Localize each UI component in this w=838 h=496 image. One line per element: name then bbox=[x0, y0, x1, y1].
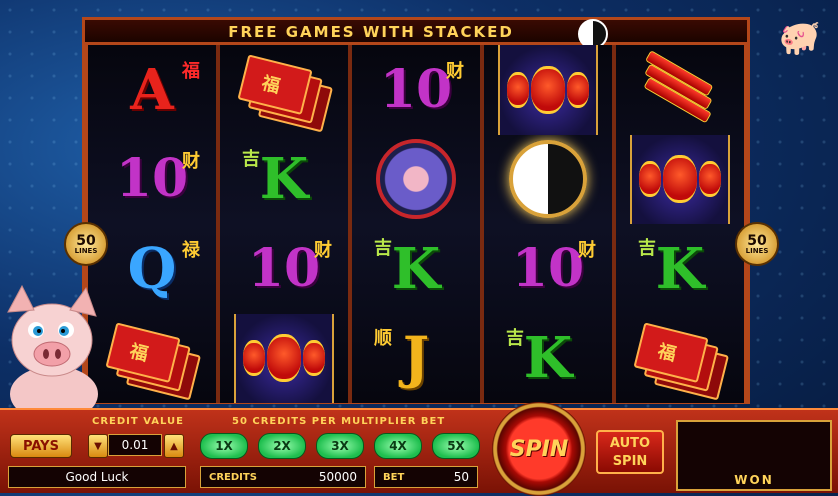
chinese-character: 吉 bbox=[374, 238, 392, 259]
symbol-letter: 10 bbox=[511, 237, 585, 299]
lanterns-icon bbox=[630, 134, 730, 224]
credits-label: CREDITS bbox=[209, 471, 257, 483]
yin-yang-icon bbox=[509, 140, 587, 219]
credits-display: CREDITS 50000 bbox=[200, 466, 366, 488]
symbol-letter: K bbox=[259, 146, 309, 213]
symbol-k: K吉 bbox=[352, 224, 480, 314]
credit-increase-button[interactable]: ▲ bbox=[164, 434, 184, 458]
reel-2: 福 K 吉 10 财 bbox=[220, 45, 348, 403]
credit-decrease-button[interactable]: ▼ bbox=[88, 434, 108, 458]
symbol-letter: J bbox=[402, 325, 430, 392]
symbol-k: K吉 bbox=[220, 135, 348, 225]
symbol-letter: 10 bbox=[247, 237, 321, 299]
lines-count: 50 bbox=[747, 232, 767, 249]
credits-value: 50000 bbox=[318, 470, 357, 484]
control-bar: PAYS CREDIT VALUE ▼ 0.01 ▲ Good Luck 50 … bbox=[0, 402, 838, 496]
spin-label: SPIN bbox=[509, 436, 569, 462]
bet-label: BET bbox=[383, 471, 405, 483]
credits-per-bet-label: 50 CREDITS PER MULTIPLIER BET bbox=[232, 416, 446, 427]
multiplier-3x-button[interactable]: 3X bbox=[316, 433, 364, 459]
symbol-10: 10 财 bbox=[88, 135, 216, 225]
won-display: WON bbox=[676, 420, 832, 491]
reels-grid: A 福 10 财 Q 禄福福 K 吉 10 财 10 财 K 吉 J 顺 10 财 K 吉 K 吉福 bbox=[88, 45, 744, 403]
symbol-10: 10 财 bbox=[484, 224, 612, 314]
symbol-letter: K bbox=[655, 235, 705, 302]
lines-badge-left: 50 LINES bbox=[64, 222, 108, 266]
red-book-icon: 福 bbox=[632, 322, 729, 401]
lines-badge-right: 50 LINES bbox=[735, 222, 779, 266]
chinese-character: 财 bbox=[182, 150, 200, 172]
chinese-character: 吉 bbox=[506, 327, 524, 349]
symbol-letter: Q bbox=[127, 235, 177, 302]
banner: FREE GAMES WITH STACKED bbox=[82, 17, 750, 45]
credit-value-label: CREDIT VALUE bbox=[92, 416, 184, 427]
lanterns-icon bbox=[234, 313, 334, 403]
lines-label: LINES bbox=[745, 246, 769, 255]
spin-button[interactable]: SPIN bbox=[492, 402, 586, 496]
symbol-10: 10 财 bbox=[352, 45, 480, 135]
firecracker-icon bbox=[626, 45, 734, 135]
multiplier-4x-button[interactable]: 4X bbox=[374, 433, 422, 459]
symbol-a: A福 bbox=[88, 45, 216, 135]
multiplier-2x-button[interactable]: 2X bbox=[258, 433, 306, 459]
reel-5: K吉福 bbox=[616, 45, 744, 403]
symbol-book: 福 bbox=[616, 314, 744, 404]
lines-label: LINES bbox=[74, 246, 98, 255]
auto-spin-label-line1: AUTO bbox=[609, 436, 651, 451]
symbol-lantern bbox=[220, 313, 348, 403]
lanterns-icon bbox=[498, 45, 598, 135]
bet-display: BET 50 bbox=[374, 466, 478, 488]
chinese-character: 顺 bbox=[374, 327, 392, 349]
symbol-k: K吉 bbox=[616, 224, 744, 314]
chinese-character: 财 bbox=[446, 61, 464, 82]
banner-title: FREE GAMES WITH STACKED bbox=[228, 23, 514, 41]
lines-count: 50 bbox=[76, 232, 96, 249]
symbol-firecracker bbox=[616, 45, 744, 135]
symbol-lantern bbox=[616, 134, 744, 224]
symbol-yinyang bbox=[484, 135, 612, 225]
triangle-up-icon: ▲ bbox=[170, 440, 178, 452]
symbol-letter: K bbox=[391, 235, 441, 302]
symbol-letter: 10 bbox=[379, 58, 453, 120]
symbol-letter: A bbox=[130, 56, 174, 123]
auto-spin-button[interactable]: AUTO SPIN bbox=[596, 430, 664, 474]
reel-3: 10 财 K 吉 J 顺 bbox=[352, 45, 480, 403]
chinese-character: 吉 bbox=[242, 148, 260, 170]
chinese-character: 禄 bbox=[182, 240, 200, 261]
symbol-k: K吉 bbox=[484, 314, 612, 404]
symbol-j: J顺 bbox=[352, 314, 480, 404]
symbol-book: 福 bbox=[220, 45, 348, 135]
symbol-letter: K bbox=[523, 325, 573, 392]
bet-value: 50 bbox=[453, 470, 469, 484]
symbol-lantern bbox=[484, 45, 612, 135]
won-label: WON bbox=[734, 473, 774, 487]
symbol-10: 10 财 bbox=[220, 224, 348, 314]
pig-mascot bbox=[7, 284, 98, 412]
chinese-character: 财 bbox=[578, 240, 596, 261]
message-display: Good Luck bbox=[8, 466, 186, 488]
chinese-character: 福 bbox=[182, 61, 200, 82]
multiplier-5x-button[interactable]: 5X bbox=[432, 433, 480, 459]
red-book-icon: 福 bbox=[104, 322, 201, 401]
credit-value-display: 0.01 bbox=[108, 434, 162, 456]
pig-zodiac-icon: 🐖 bbox=[778, 18, 822, 58]
chinese-character: 财 bbox=[314, 240, 332, 261]
pays-button[interactable]: PAYS bbox=[10, 434, 72, 458]
red-book-icon: 福 bbox=[236, 54, 333, 133]
reel-4: 10 财 K 吉 bbox=[484, 45, 612, 403]
zodiac-wheel-icon bbox=[376, 139, 456, 220]
triangle-down-icon: ▼ bbox=[94, 440, 102, 452]
auto-spin-label-line2: SPIN bbox=[612, 454, 648, 469]
multiplier-1x-button[interactable]: 1X bbox=[200, 433, 248, 459]
symbol-wheel bbox=[352, 135, 480, 225]
symbol-letter: 10 bbox=[115, 148, 189, 210]
chinese-character: 吉 bbox=[638, 238, 656, 259]
